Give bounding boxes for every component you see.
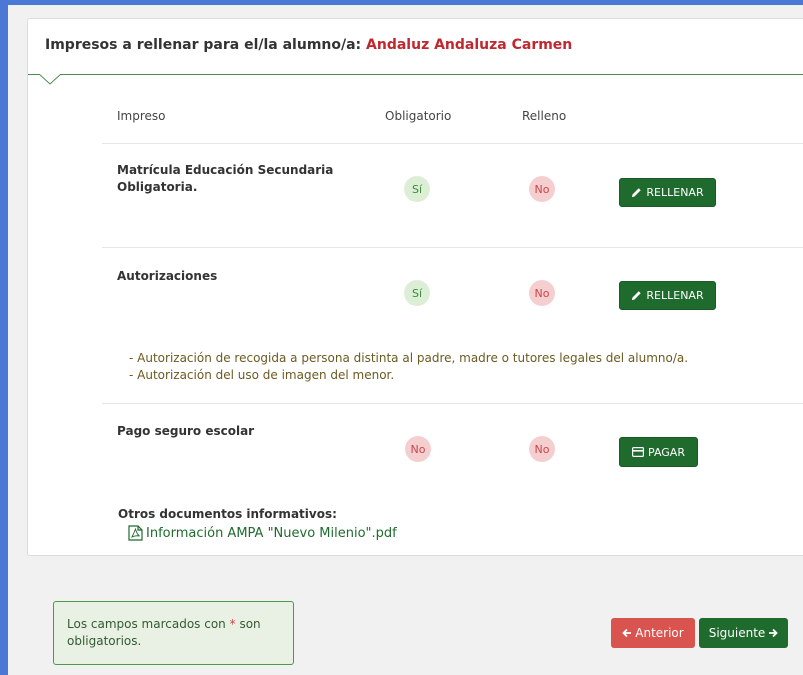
column-header-impreso: Impreso xyxy=(117,109,166,123)
title-prefix: Impresos a rellenar para el/la alumno/a: xyxy=(45,37,362,53)
arrow-right-icon xyxy=(769,628,779,638)
row-title-line: Obligatoria. xyxy=(117,180,198,194)
ampa-pdf-link[interactable]: Información AMPA "Nuevo Milenio".pdf xyxy=(128,525,397,541)
column-header-obligatorio: Obligatorio xyxy=(385,109,452,123)
row-title-matricula: Matrícula Educación Secundaria Obligator… xyxy=(117,162,333,196)
rellenar-label: RELLENAR xyxy=(646,289,704,302)
window-frame-left xyxy=(0,0,8,675)
autorizacion-note: - Autorización de recogida a persona dis… xyxy=(129,351,689,365)
otros-documentos-title: Otros documentos informativos: xyxy=(118,507,337,521)
required-star: * xyxy=(229,617,236,631)
required-fields-notice: Los campos marcados con * son obligatori… xyxy=(53,601,294,665)
row-title-pago-seguro: Pago seguro escolar xyxy=(117,424,255,438)
obligatorio-badge: Sí xyxy=(404,176,430,202)
rellenar-button[interactable]: RELLENAR xyxy=(619,281,716,310)
rellenar-label: RELLENAR xyxy=(646,186,704,199)
notice-text-before: Los campos marcados con xyxy=(67,617,226,631)
pagar-button[interactable]: PAGAR xyxy=(619,437,698,467)
pdf-file-icon xyxy=(128,525,143,541)
header-notch xyxy=(39,74,61,85)
column-header-relleno: Relleno xyxy=(522,109,567,123)
credit-card-icon xyxy=(632,447,645,457)
siguiente-button[interactable]: Siguiente xyxy=(699,618,788,648)
obligatorio-badge: No xyxy=(405,436,431,462)
obligatorio-badge: Sí xyxy=(404,280,430,306)
anterior-button[interactable]: Anterior xyxy=(611,618,695,648)
rellenar-button[interactable]: RELLENAR xyxy=(619,178,716,207)
page-title: Impresos a rellenar para el/la alumno/a:… xyxy=(45,37,572,53)
relleno-badge: No xyxy=(529,280,555,306)
autorizacion-note: - Autorización del uso de imagen del men… xyxy=(129,368,395,382)
relleno-badge: No xyxy=(529,436,555,462)
row-separator xyxy=(102,247,803,248)
anterior-label: Anterior xyxy=(635,626,684,640)
pdf-link-label: Información AMPA "Nuevo Milenio".pdf xyxy=(146,525,397,541)
row-separator xyxy=(102,143,803,144)
row-title-autorizaciones: Autorizaciones xyxy=(117,269,218,283)
relleno-badge: No xyxy=(529,176,555,202)
student-name: Andaluz Andaluza Carmen xyxy=(366,37,573,53)
card-header: Impresos a rellenar para el/la alumno/a:… xyxy=(28,19,803,75)
forms-card: Impresos a rellenar para el/la alumno/a:… xyxy=(27,18,803,556)
row-title-line: Matrícula Educación Secundaria xyxy=(117,163,334,177)
siguiente-label: Siguiente xyxy=(708,626,766,640)
pagar-label: PAGAR xyxy=(648,445,685,459)
pencil-icon xyxy=(632,291,642,301)
arrow-left-icon xyxy=(622,628,632,638)
row-separator xyxy=(102,403,803,404)
pencil-icon xyxy=(632,188,642,198)
window-frame-top xyxy=(0,0,803,5)
